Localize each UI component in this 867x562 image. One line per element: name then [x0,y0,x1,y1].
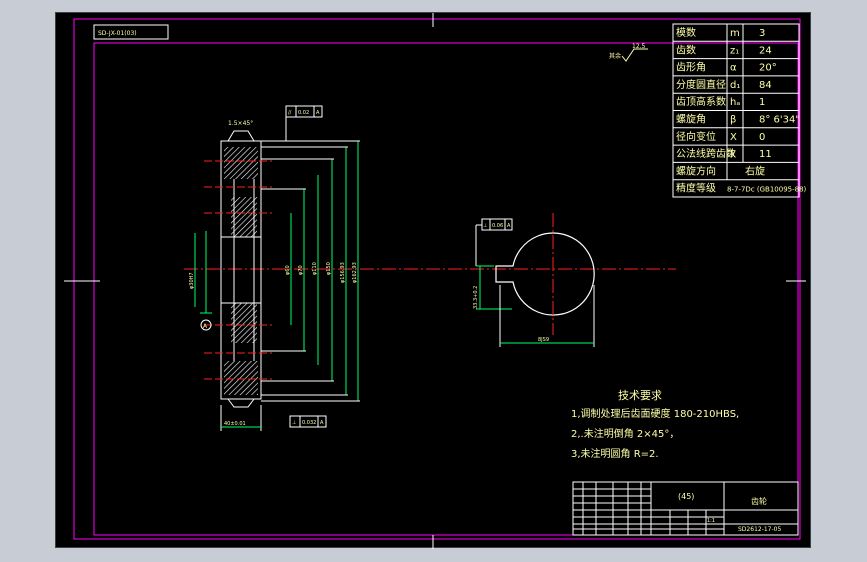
scale-text: 1:1 [707,518,715,524]
drawing-viewport[interactable]: SD-JX-01(03) 其余 12.5 模数 m 3 齿数 z₁ 24 齿形角 α 20° 分度… [55,12,811,549]
surface-finish-label: 其余 [609,52,621,60]
param-name: 螺旋方向 [676,164,716,177]
param-value: 11 [759,149,772,160]
cad-drawing: SD-JX-01(03) 其余 12.5 模数 m 3 齿数 z₁ 24 齿形角 α 20° 分度… [64,13,807,549]
param-symbol: k [730,149,736,160]
drawing-code-text: SD-JX-01(03) [98,30,137,37]
param-symbol: α [730,63,737,74]
svg-text:A: A [507,223,511,229]
drawing-number-text: SD2612-17-05 [738,526,781,533]
param-value: 右旋 [745,164,765,177]
tolerance-frame-top: // 0.02 A [285,105,323,141]
part-name-text: 齿轮 [751,496,767,506]
dim-text-3: φ70 [298,265,304,275]
section-hatch-3 [231,303,257,343]
param-value: 1 [759,97,765,108]
tech-req-item-3: 3,未注明圆角 R=2. [571,447,659,460]
svg-text:A: A [320,420,324,426]
section-hatch-4 [224,361,258,395]
gear-rim-outline [220,140,262,400]
dim-text-7: φ162.93 [352,262,358,283]
param-value: 3 [759,28,765,39]
tolerance-frame-front: ⊥ 0.06 A [475,218,513,266]
param-symbol: X [730,132,737,143]
chamfer-label: 1.5×45° [228,120,253,127]
keyway-height-text: 33.3+0.2 [473,286,479,309]
param-symbol: m [730,28,740,39]
dim-text-5: φ150 [326,262,332,275]
tech-req-item-2: 2,.未注明倒角 2×45°， [571,427,679,440]
tech-req-item-1: 1,调制处理后齿面硬度 180-210HBS, [571,407,739,420]
dim-text-bore: φ30H7 [189,272,195,289]
param-value: 84 [759,80,772,91]
param-name: 径向变位 [676,130,716,143]
param-symbol: hₐ [730,97,740,108]
param-name: 公法线跨齿数 [676,147,736,160]
svg-text:⊥: ⊥ [483,223,487,229]
section-hatch-1 [224,147,258,179]
title-block: (45) 齿轮 1:1 SD2612-17-05 [572,481,799,536]
param-name: 模数 [676,26,696,39]
param-name: 齿数 [676,43,696,56]
param-symbol: z₁ [730,45,739,56]
gear-parameters-table: 模数 m 3 齿数 z₁ 24 齿形角 α 20° 分度圆直径 d₁ 84 齿顶高系数 hₐ 1 螺旋角 β 8°… [672,23,807,198]
keyway-width-text: 8JS9 [538,337,549,343]
tooth-chamfer-bottom [227,398,255,408]
datum-label: A [203,323,208,330]
param-symbol: d₁ [730,80,740,91]
svg-text:0.032: 0.032 [302,420,316,426]
tolerance-frame-bottom: ⊥ 0.032 A [289,415,327,428]
param-value: 24 [759,45,772,56]
dim-text-6: φ156.93 [340,262,346,283]
param-name: 螺旋角 [676,113,706,126]
param-value: 8-7-7Dc (GB10095-88) [727,186,807,194]
svg-text://: // [288,110,292,116]
tech-req-title: 技术要求 [618,389,662,402]
material-text: (45) [678,492,694,501]
side-view: 1.5×45° // 0.02 A ⊥ 0.032 A A φ30H7 φ60 … [184,105,676,431]
svg-text:⊥: ⊥ [292,420,296,426]
dim-text-4: φ110 [312,262,318,275]
section-hatch-2 [231,197,257,237]
surface-finish-icon [621,48,648,62]
width-dim-text: 40±0.01 [224,421,246,427]
dim-text-2: φ60 [285,265,291,275]
param-value: 8° 6'34" [759,115,800,126]
param-value: 0 [759,132,765,143]
surface-finish-value: 12.5 [632,43,646,50]
param-name: 齿形角 [676,62,706,74]
param-name: 齿顶高系数 [676,95,726,108]
param-name: 分度圆直径 [676,78,726,91]
bore-with-keyway [495,232,595,316]
svg-text:0.06: 0.06 [492,223,503,229]
param-value: 20° [759,63,777,74]
svg-text:0.02: 0.02 [298,110,309,116]
param-symbol: β [730,115,736,126]
svg-text:A: A [316,110,320,116]
param-name: 精度等级 [676,182,716,195]
tooth-chamfer-top [227,130,255,142]
front-view: ⊥ 0.06 A 33.3+0.2 8JS9 [473,213,595,347]
technical-requirements: 技术要求 1,调制处理后齿面硬度 180-210HBS, 2,.未注明倒角 2×… [571,389,739,460]
